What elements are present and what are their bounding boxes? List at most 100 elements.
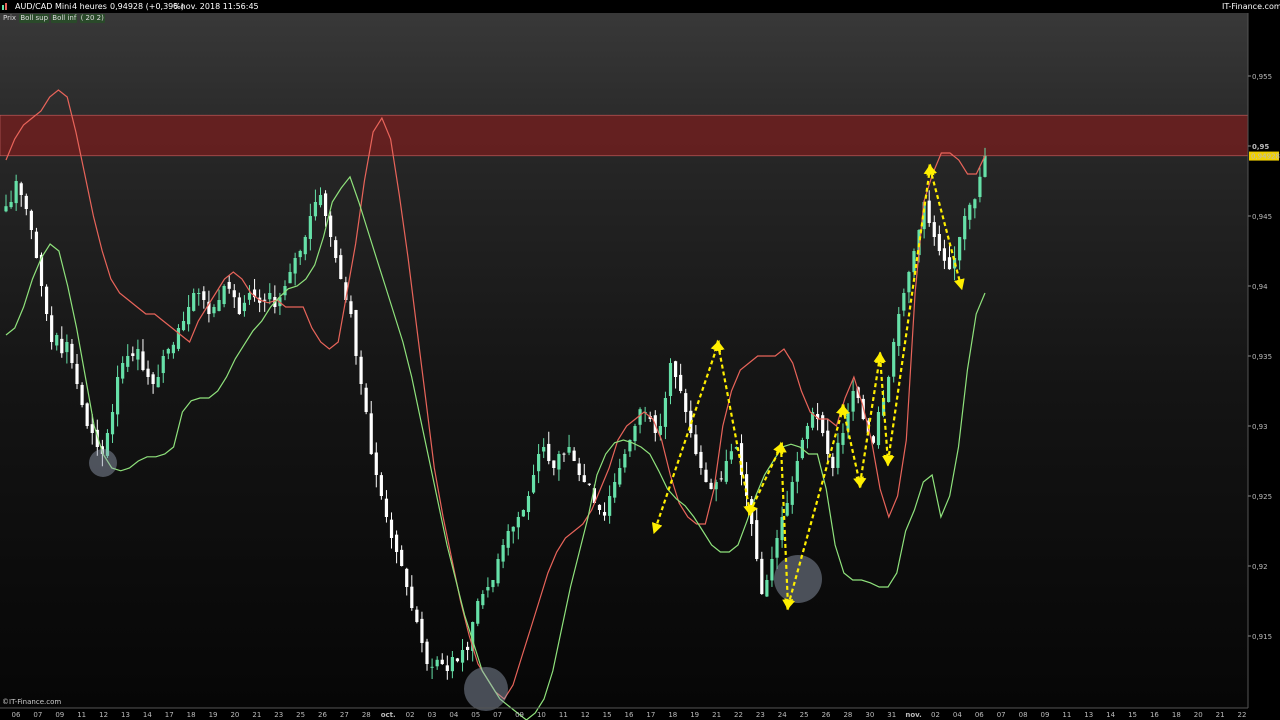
candle-body: [826, 430, 830, 454]
candle-body: [785, 503, 789, 516]
x-tick-label: 21: [252, 711, 261, 719]
x-tick-label: 24: [778, 711, 787, 719]
x-tick-label: 16: [1150, 711, 1159, 719]
candle-body: [410, 586, 414, 608]
candle-body: [60, 338, 64, 354]
site-label: IT-Finance.com: [1222, 2, 1280, 11]
candle-body: [973, 199, 977, 209]
candle-body: [121, 363, 125, 379]
x-tick-label: 28: [362, 711, 371, 719]
x-tick-label: 05: [471, 711, 480, 719]
upper-bollinger-band: [5, 89, 986, 700]
candle-body: [755, 520, 759, 559]
candle-body: [389, 519, 394, 538]
candle-body: [501, 545, 505, 562]
x-tick-label: 09: [515, 711, 524, 719]
candle-body: [608, 496, 612, 516]
candle-body: [937, 234, 941, 251]
x-tick-label: 14: [1106, 711, 1115, 719]
candle-body: [526, 496, 531, 513]
candle-body: [156, 377, 160, 388]
candle-body: [217, 300, 221, 311]
x-tick-label: 18: [1172, 711, 1181, 719]
legend-bb-sup: Boll sup: [19, 14, 50, 23]
y-tick-label: 0,93: [1252, 423, 1268, 431]
x-tick-label: 23: [274, 711, 283, 719]
candle-body: [902, 293, 906, 311]
candle-body: [85, 403, 89, 426]
candle-body: [450, 657, 454, 672]
x-tick-label: 19: [690, 711, 699, 719]
candle-body: [247, 293, 252, 300]
x-tick-label: 11: [559, 711, 568, 719]
candle-body: [14, 181, 18, 204]
x-tick-label: 27: [340, 711, 349, 719]
candle-body: [70, 343, 74, 363]
candle-body: [907, 272, 911, 293]
x-tick-label: 22: [734, 711, 743, 719]
candle-body: [577, 463, 581, 475]
candle-body: [978, 176, 982, 198]
candle-body: [795, 461, 799, 482]
candle-body: [374, 452, 378, 475]
candle-body: [339, 255, 343, 279]
x-tick-label: 21: [712, 711, 721, 719]
candle-body: [511, 526, 515, 532]
candle-body: [765, 580, 769, 597]
candle-body: [506, 531, 510, 548]
candle-body: [673, 361, 678, 377]
candle-body: [947, 257, 952, 270]
x-tick-label: 19: [209, 711, 218, 719]
candle-body: [623, 454, 627, 468]
x-tick-label: 28: [843, 711, 852, 719]
x-tick-label: 21: [1216, 711, 1225, 719]
x-tick-label: 08: [1019, 711, 1028, 719]
candle-body: [176, 328, 181, 349]
candle-body: [400, 549, 404, 566]
candle-body: [516, 517, 520, 528]
candle-body: [151, 374, 155, 384]
candle-body: [161, 356, 165, 374]
x-tick-label: 11: [1062, 711, 1071, 719]
candle-body: [268, 293, 272, 300]
candle-body: [50, 315, 54, 342]
y-tick-label: 0,95: [1252, 143, 1269, 151]
timeframe-label: 4 heures: [72, 2, 107, 11]
trend-arrow: [883, 163, 935, 467]
candle-body: [232, 290, 236, 298]
price-chart[interactable]: 0,915 0,92 0,925 0,93 0,935 0,94 0,945 0,95 0,95…: [0, 0, 1280, 720]
x-tick-label: 02: [931, 711, 940, 719]
last-price-label: 0,94928: [1251, 153, 1280, 161]
x-tick-label: 10: [537, 711, 546, 719]
trend-arrow: [651, 339, 722, 535]
candle-body: [805, 426, 810, 439]
candle-body: [491, 580, 495, 588]
candle-body: [567, 447, 571, 453]
candle-body: [963, 216, 967, 240]
x-tick-label: 30: [865, 711, 874, 719]
candle-body: [496, 559, 500, 584]
x-tick-label: 26: [318, 711, 327, 719]
candle-body: [562, 453, 566, 455]
x-tick-label: nov.: [905, 711, 921, 719]
candle-body: [968, 204, 972, 220]
candle-body: [770, 559, 774, 581]
candle-body: [466, 646, 470, 650]
candle-body: [435, 659, 439, 667]
candle-body: [775, 538, 779, 558]
candle-body: [455, 658, 460, 662]
candle-body: [846, 412, 850, 431]
candle-body: [329, 215, 333, 237]
candle-body: [379, 475, 383, 496]
legend-price: Prix: [3, 14, 17, 22]
x-tick-label: 07: [997, 711, 1006, 719]
x-tick-label: 26: [822, 711, 831, 719]
chart-app: 0,915 0,92 0,925 0,93 0,935 0,94 0,945 0,95 0,95…: [0, 0, 1280, 720]
candle-body: [90, 424, 94, 433]
x-tick-label: 02: [406, 711, 415, 719]
x-tick-label: 11: [77, 711, 86, 719]
legend-params: ( 20 2): [79, 14, 105, 23]
candle-body: [394, 534, 399, 552]
candle-body: [887, 377, 891, 403]
candle-body: [75, 363, 79, 384]
